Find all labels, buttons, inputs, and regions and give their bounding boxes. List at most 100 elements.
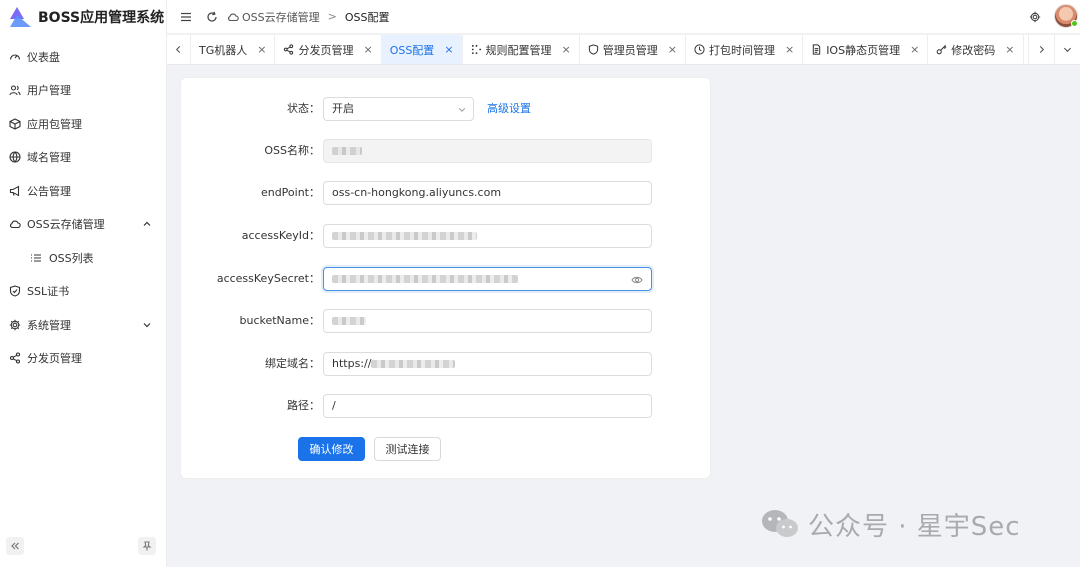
breadcrumb-item-parent[interactable]: OSS云存储管理 <box>242 9 320 25</box>
sidebar-item-label: 系统管理 <box>27 318 71 332</box>
sidebar-footer <box>0 537 166 561</box>
endpoint-field[interactable]: oss-cn-hongkong.aliyuncs.com <box>323 181 652 205</box>
sidebar-item-announcements[interactable]: 公告管理 <box>0 174 166 208</box>
menu-toggle-icon[interactable] <box>179 10 193 24</box>
watermark-text: 公众号 · 星宇Sec <box>808 511 1021 542</box>
tab-change-password[interactable]: 修改密码 × <box>928 35 1024 64</box>
close-icon[interactable]: × <box>910 43 919 56</box>
share-icon <box>9 352 21 364</box>
chevron-down-icon <box>458 108 466 112</box>
tab-bar: TG机器人 × 分发页管理 × OSS配置 × 规则配置管理 × 管理员管理 ×… <box>167 35 1080 65</box>
breadcrumb: OSS云存储管理 > OSS配置 <box>227 9 389 25</box>
test-connection-button[interactable]: 测试连接 <box>374 437 441 461</box>
megaphone-icon <box>9 185 21 197</box>
collapse-sidebar-icon[interactable] <box>6 537 24 555</box>
status-select-value: 开启 <box>332 102 354 115</box>
close-icon[interactable]: × <box>363 43 372 56</box>
advanced-settings-link[interactable]: 高级设置 <box>487 97 531 121</box>
tab-oss-config[interactable]: OSS配置 × <box>381 35 463 64</box>
access-key-secret-field[interactable] <box>323 267 652 291</box>
close-icon[interactable]: × <box>562 43 571 56</box>
close-icon[interactable]: × <box>785 43 794 56</box>
form-row-bucket-name: bucketName： <box>181 309 712 333</box>
refresh-icon[interactable] <box>205 10 219 24</box>
cloud-icon <box>9 218 21 230</box>
eye-icon[interactable] <box>631 274 643 286</box>
shield-icon <box>588 44 599 55</box>
sidebar-item-label: 域名管理 <box>27 151 71 165</box>
sidebar-item-distribution[interactable]: 分发页管理 <box>0 342 166 376</box>
path-value: / <box>332 399 336 412</box>
sidebar-item-oss-storage[interactable]: OSS云存储管理 <box>0 208 166 242</box>
form-row-endpoint: endPoint： oss-cn-hongkong.aliyuncs.com <box>181 181 712 205</box>
cloud-icon <box>227 13 239 21</box>
gear-icon <box>9 319 21 331</box>
tab-scroll-right-icon[interactable] <box>1028 35 1054 64</box>
form-row-path: 路径： / <box>181 394 712 418</box>
sidebar-item-oss-list[interactable]: OSS列表 <box>0 241 166 275</box>
tab-tg-bot[interactable]: TG机器人 × <box>191 35 276 64</box>
close-icon[interactable]: × <box>257 43 266 56</box>
sidebar-item-label: SSL证书 <box>27 285 70 299</box>
tab-scroll-left-icon[interactable] <box>167 35 191 64</box>
redacted-value <box>371 360 456 368</box>
sidebar-item-label: 用户管理 <box>27 84 71 98</box>
shield-icon <box>9 285 21 297</box>
sidebar-item-system[interactable]: 系统管理 <box>0 308 166 342</box>
tab-build-time[interactable]: 打包时间管理 × <box>686 35 804 64</box>
sidebar-item-ssl[interactable]: SSL证书 <box>0 275 166 309</box>
wechat-logo-icon <box>762 510 798 537</box>
app-title: BOSS应用管理系统 <box>38 10 165 26</box>
form-row-access-key-id: accessKeyId： <box>181 224 712 248</box>
tab-label: 打包时间管理 <box>708 43 775 57</box>
tab-distribution[interactable]: 分发页管理 × <box>275 35 382 64</box>
dashboard-icon <box>9 51 21 63</box>
tab-rules-config[interactable]: 规则配置管理 × <box>463 35 580 64</box>
tab-label: TG机器人 <box>199 43 248 57</box>
redacted-value <box>332 232 477 240</box>
access-key-secret-label: accessKeySecret： <box>216 272 320 285</box>
endpoint-label: endPoint： <box>260 186 320 199</box>
status-label: 状态： <box>287 102 320 115</box>
pin-icon[interactable] <box>138 537 156 555</box>
endpoint-value: oss-cn-hongkong.aliyuncs.com <box>332 186 502 199</box>
domain-field[interactable]: https:// <box>323 352 652 376</box>
online-status-dot <box>1071 20 1078 27</box>
status-select[interactable]: 开启 <box>323 97 474 121</box>
globe-icon <box>9 151 21 164</box>
sidebar-item-users[interactable]: 用户管理 <box>0 74 166 108</box>
tab-label: 分发页管理 <box>298 43 354 57</box>
chevron-up-icon <box>143 221 151 227</box>
access-key-id-field[interactable] <box>323 224 652 248</box>
tab-label: 规则配置管理 <box>485 43 552 57</box>
tab-dropdown-chevron-down-icon[interactable] <box>1054 35 1080 64</box>
package-icon <box>9 118 21 130</box>
sidebar-item-domains[interactable]: 域名管理 <box>0 141 166 175</box>
tab-ios-static-page[interactable]: IOS静态页管理 × <box>803 35 929 64</box>
close-icon[interactable]: × <box>444 43 453 56</box>
app-logo-icon <box>8 6 32 28</box>
list-icon <box>30 252 42 264</box>
confirm-button[interactable]: 确认修改 <box>298 437 365 461</box>
brand[interactable]: BOSS应用管理系统 <box>0 0 166 34</box>
sidebar-item-packages[interactable]: 应用包管理 <box>0 107 166 141</box>
domain-value-prefix: https:// <box>332 357 372 370</box>
form-row-domain: 绑定域名： https:// <box>181 352 712 376</box>
chevron-down-icon <box>143 322 151 328</box>
bucket-name-label: bucketName： <box>239 314 320 327</box>
watermark: 公众号 · 星宇Sec <box>760 506 1060 542</box>
access-key-id-label: accessKeyId： <box>241 229 320 242</box>
share-icon <box>283 44 294 55</box>
settings-gear-icon[interactable] <box>1028 10 1042 24</box>
path-label: 路径： <box>287 399 320 412</box>
oss-name-field[interactable] <box>323 139 652 163</box>
close-icon[interactable]: × <box>668 43 677 56</box>
sidebar-item-label: 公告管理 <box>27 184 71 198</box>
avatar[interactable] <box>1054 4 1078 28</box>
path-field[interactable]: / <box>323 394 652 418</box>
sidebar-item-dashboard[interactable]: 仪表盘 <box>0 40 166 74</box>
close-icon[interactable]: × <box>1005 43 1014 56</box>
bucket-name-field[interactable] <box>323 309 652 333</box>
tab-admins[interactable]: 管理员管理 × <box>580 35 686 64</box>
sidebar-item-label: 分发页管理 <box>27 352 82 366</box>
